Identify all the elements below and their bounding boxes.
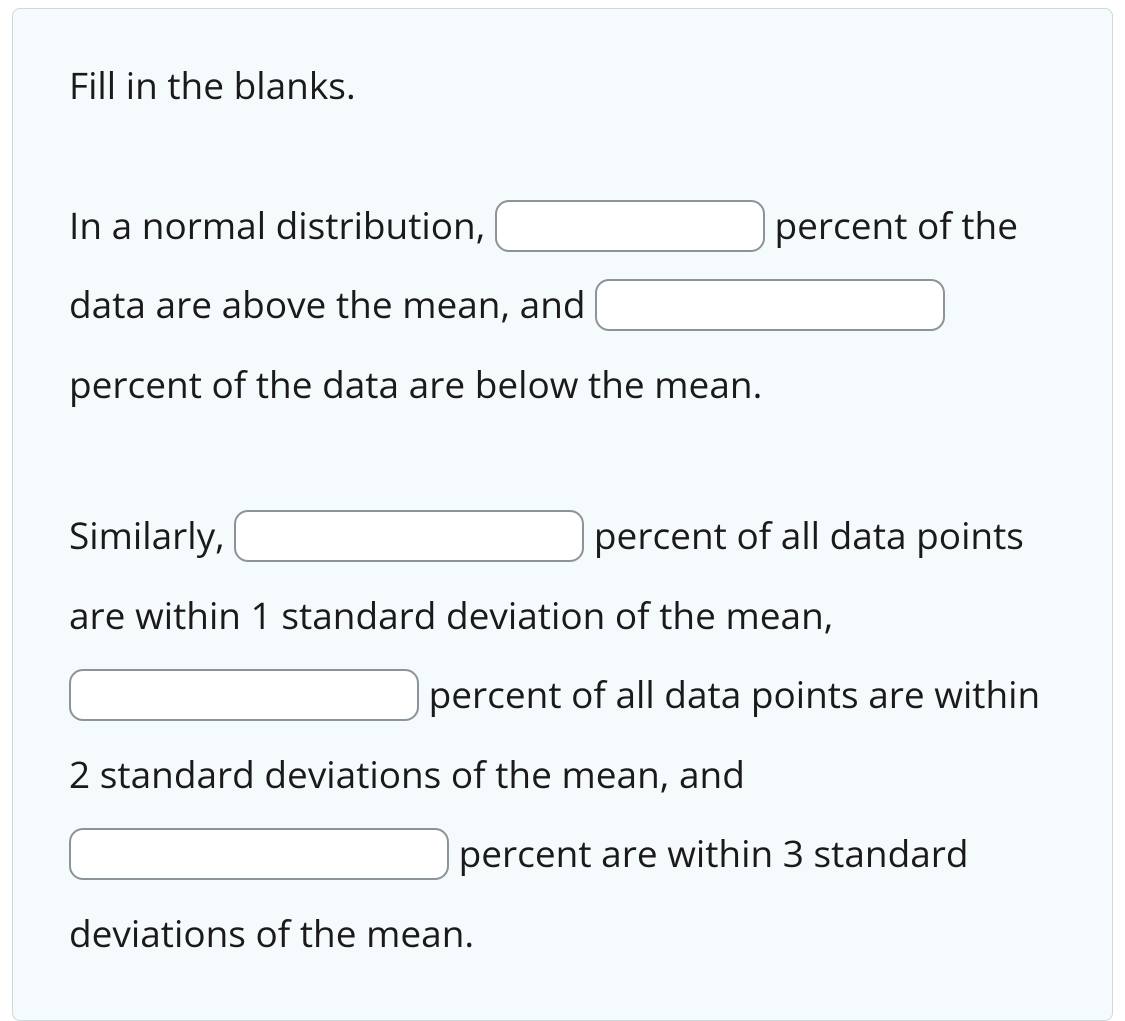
text-segment: percent of the data are below the mean. [69,358,762,409]
blank-input-4[interactable] [69,669,419,721]
blank-input-2[interactable] [595,279,945,331]
paragraph-2: Similarly, percent of all data points ar… [69,495,1056,972]
blank-input-1[interactable] [495,200,765,252]
text-segment: In a normal distribution, [69,199,495,250]
paragraph-1: In a normal distribution, percent of the… [69,185,1056,424]
question-prompt: Fill in the blanks. [69,57,1056,113]
blank-input-5[interactable] [69,828,449,880]
question-card: Fill in the blanks. In a normal distribu… [12,8,1113,1021]
blank-input-3[interactable] [234,510,584,562]
text-segment: Similarly, [69,509,234,560]
